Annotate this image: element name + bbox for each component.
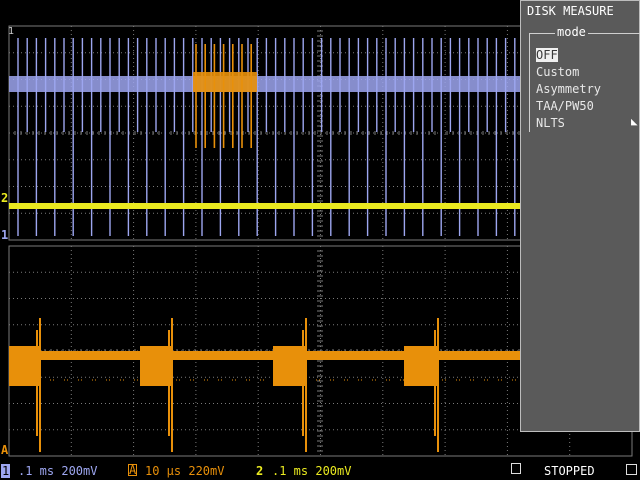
acquisition-status: STOPPED [544,464,595,478]
status-bar: 1 .1 ms 200mV A 10 μs 220mV 2 .1 ms 200m… [0,460,640,480]
mode-taa-pw50[interactable]: TAA/PW50 [536,99,594,113]
status-box-icon [626,464,637,475]
disk-measure-panel: DISK MEASURE mode OFF Custom Asymmetry T… [520,0,640,432]
zoom-burst [404,346,438,386]
ch2-settings[interactable]: .1 ms 200mV [272,464,351,478]
ch1-marker[interactable]: 1 [1,229,8,241]
zoom-region [193,72,257,92]
mode-nlts[interactable]: NLTS [536,116,565,130]
ch2-trace [9,203,520,209]
panel-title: DISK MEASURE [527,4,614,18]
chA-badge[interactable]: A [128,464,138,476]
ch1-top-marker: 1 [8,26,15,37]
chA-settings[interactable]: 10 μs 220mV [145,464,224,478]
ch1-badge[interactable]: 1 [1,464,11,478]
mode-off[interactable]: OFF [536,48,558,62]
zoom-burst [9,346,40,386]
ch1-trace-band [9,76,520,92]
mode-asymmetry[interactable]: Asymmetry [536,82,601,96]
mode-label: mode [555,25,588,39]
ch1-settings[interactable]: .1 ms 200mV [18,464,97,478]
waveforms [9,38,520,452]
mode-custom[interactable]: Custom [536,65,579,79]
chA-marker[interactable]: A [1,444,8,456]
zoom-burst [140,346,172,386]
scroll-arrow-icon[interactable]: ◣ [631,115,638,128]
ch2-badge[interactable]: 2 [256,464,263,478]
ch2-marker[interactable]: 2 [1,192,8,204]
zoom-bottom-baseline [9,351,520,360]
trigger-indicator-icon [511,463,521,474]
